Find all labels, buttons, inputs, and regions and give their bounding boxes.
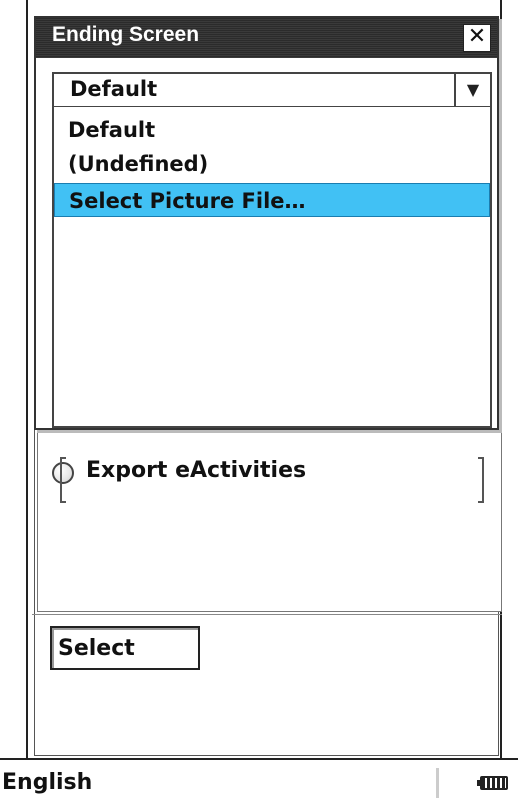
dialog-titlebar: Ending Screen ✕ <box>36 18 497 58</box>
language-indicator[interactable]: English <box>2 770 92 795</box>
dropdown-option-select-picture-file[interactable]: Select Picture File… <box>54 183 490 217</box>
export-eactivities-label[interactable]: Export eActivities <box>86 458 306 483</box>
dropdown-option-undefined[interactable]: (Undefined) <box>54 147 490 181</box>
dropdown-option-default[interactable]: Default <box>54 113 490 147</box>
battery-icon <box>477 776 508 790</box>
select-button[interactable]: Select <box>50 626 200 670</box>
chevron-down-icon[interactable]: ▼ <box>454 74 490 106</box>
ending-screen-select-value: Default <box>70 77 158 101</box>
ending-screen-dialog: Ending Screen ✕ Default ▼ Default (Undef… <box>34 16 499 503</box>
frame-edge-right <box>478 457 484 503</box>
ending-screen-dropdown-list: Default (Undefined) Select Picture File… <box>52 106 492 503</box>
status-separator <box>436 768 439 798</box>
ending-screen-select[interactable]: Default ▼ <box>52 72 492 108</box>
dialog-title: Ending Screen <box>52 23 200 46</box>
close-icon[interactable]: ✕ <box>463 24 491 52</box>
divider <box>32 614 502 615</box>
frame-edge-left <box>60 457 66 503</box>
status-bar: English <box>0 758 518 804</box>
